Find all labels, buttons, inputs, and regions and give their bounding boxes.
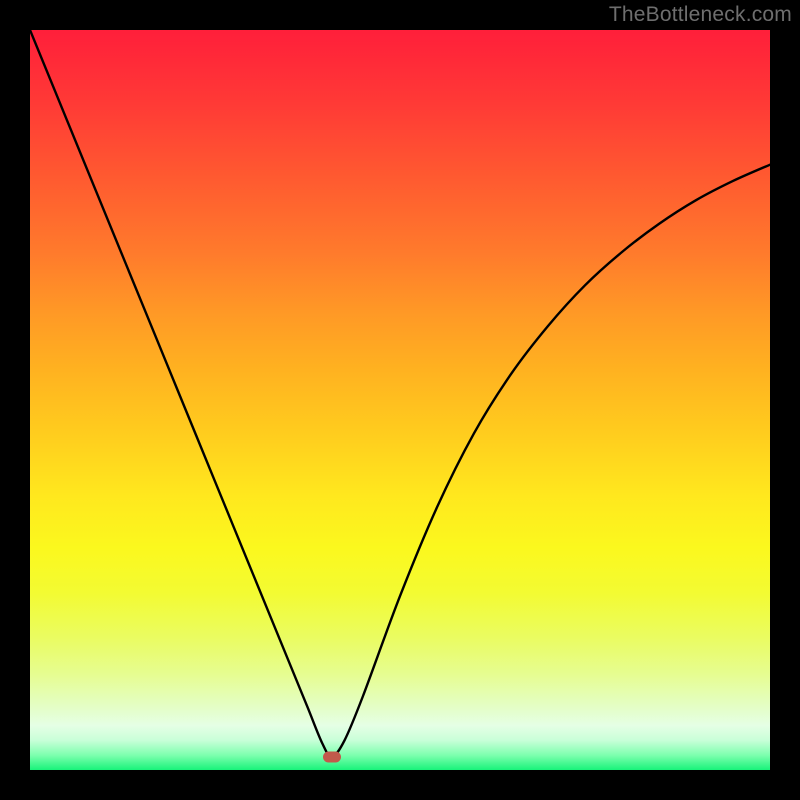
bottleneck-curve [30, 30, 770, 770]
watermark-text: TheBottleneck.com [609, 3, 792, 27]
chart-frame: TheBottleneck.com [0, 0, 800, 800]
minimum-marker [323, 751, 341, 762]
plot-area [30, 30, 770, 770]
